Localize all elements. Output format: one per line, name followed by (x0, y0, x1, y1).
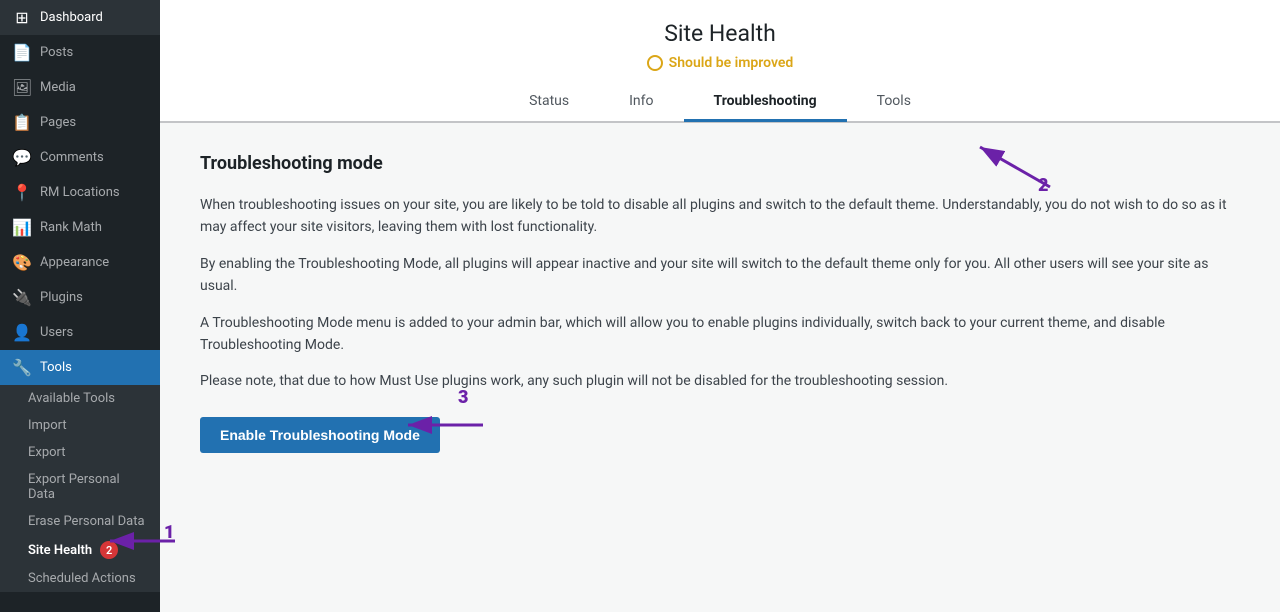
badge-site-health: 2 (100, 541, 118, 559)
tabs-nav: StatusInfoTroubleshootingTools (160, 83, 1280, 122)
rm-locations-icon: 📍 (12, 183, 32, 202)
sidebar-item-dashboard[interactable]: ⊞Dashboard (0, 0, 160, 35)
plugins-icon: 🔌 (12, 288, 32, 307)
sidebar-item-media[interactable]: 🖼Media (0, 70, 160, 105)
sidebar: ⊞Dashboard📄Posts🖼Media📋Pages💬Comments📍RM… (0, 0, 160, 612)
comments-icon: 💬 (12, 148, 32, 167)
content-area: Troubleshooting mode When troubleshootin… (160, 123, 1280, 612)
sidebar-item-rank-math[interactable]: 📊Rank Math (0, 210, 160, 245)
sidebar-item-tools[interactable]: 🔧Tools (0, 350, 160, 385)
tab-info[interactable]: Info (599, 83, 683, 122)
tab-status[interactable]: Status (499, 83, 599, 122)
media-icon: 🖼 (12, 78, 32, 97)
sidebar-sub-item-import[interactable]: Import (12, 412, 160, 439)
paragraphs-container: When troubleshooting issues on your site… (200, 194, 1240, 393)
dashboard-icon: ⊞ (12, 8, 32, 27)
top-area: Site Health Should be improved StatusInf… (160, 0, 1280, 123)
sidebar-item-users[interactable]: 👤Users (0, 315, 160, 350)
status-label: Should be improved (669, 55, 794, 71)
sidebar-sub-item-export[interactable]: Export (12, 439, 160, 466)
main-content: Site Health Should be improved StatusInf… (160, 0, 1280, 612)
sidebar-item-posts[interactable]: 📄Posts (0, 35, 160, 70)
tab-tools[interactable]: Tools (847, 83, 941, 122)
posts-icon: 📄 (12, 43, 32, 62)
button-area: Enable Troubleshooting Mode 3 (200, 407, 440, 453)
status-circle-icon (647, 55, 663, 71)
sidebar-item-plugins[interactable]: 🔌Plugins (0, 280, 160, 315)
pages-icon: 📋 (12, 113, 32, 132)
users-icon: 👤 (12, 323, 32, 342)
tools-icon: 🔧 (12, 358, 32, 377)
sidebar-item-comments[interactable]: 💬Comments (0, 140, 160, 175)
paragraph-4: Please note, that due to how Must Use pl… (200, 370, 1240, 392)
sidebar-sub-item-export-personal-data[interactable]: Export Personal Data (12, 466, 160, 508)
paragraph-1: When troubleshooting issues on your site… (200, 194, 1240, 239)
sidebar-sub-item-erase-personal-data[interactable]: Erase Personal Data (12, 508, 160, 535)
sidebar-sub-item-available-tools[interactable]: Available Tools (12, 385, 160, 412)
enable-troubleshooting-button[interactable]: Enable Troubleshooting Mode (200, 417, 440, 453)
sidebar-sub-item-scheduled-actions[interactable]: Scheduled Actions (12, 565, 160, 592)
sidebar-item-pages[interactable]: 📋Pages (0, 105, 160, 140)
sidebar-item-rm-locations[interactable]: 📍RM Locations (0, 175, 160, 210)
page-title: Site Health (160, 20, 1280, 47)
paragraph-3: A Troubleshooting Mode menu is added to … (200, 312, 1240, 357)
sidebar-item-appearance[interactable]: 🎨Appearance (0, 245, 160, 280)
section-title: Troubleshooting mode (200, 153, 1240, 174)
appearance-icon: 🎨 (12, 253, 32, 272)
rank-math-icon: 📊 (12, 218, 32, 237)
status-badge: Should be improved (647, 55, 794, 71)
tab-troubleshooting[interactable]: Troubleshooting (684, 83, 847, 122)
sidebar-sub-item-site-health[interactable]: Site Health2 (12, 535, 160, 565)
paragraph-2: By enabling the Troubleshooting Mode, al… (200, 253, 1240, 298)
